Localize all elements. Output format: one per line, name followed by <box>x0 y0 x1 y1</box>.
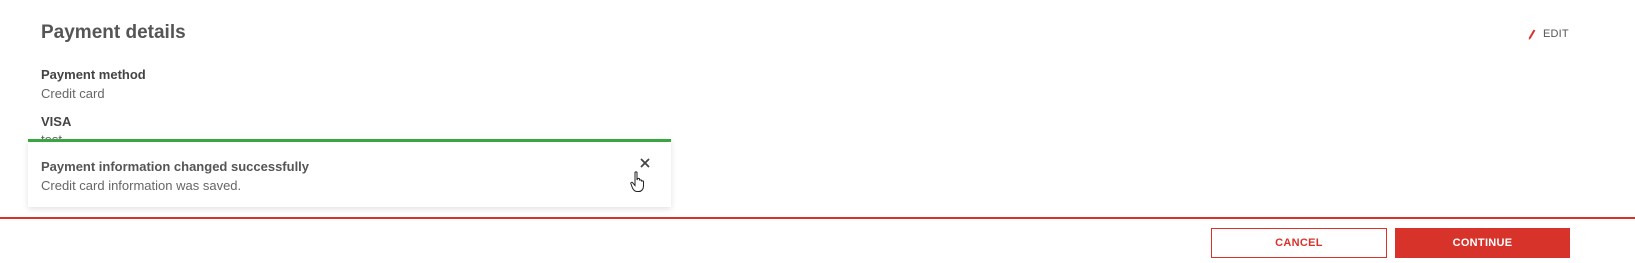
card-brand-label: VISA <box>41 114 72 129</box>
close-icon[interactable] <box>638 156 652 170</box>
edit-label: EDIT <box>1543 28 1569 40</box>
page-title: Payment details <box>41 22 186 43</box>
edit-button[interactable]: EDIT <box>1528 28 1569 40</box>
hand-pointer-icon <box>630 171 646 198</box>
payment-method-value: Credit card <box>41 86 105 101</box>
cancel-button[interactable]: CANCEL <box>1211 228 1387 258</box>
success-toast: Payment information changed successfully… <box>28 139 671 207</box>
payment-method-label: Payment method <box>41 67 146 82</box>
continue-button[interactable]: CONTINUE <box>1395 228 1570 258</box>
toast-title: Payment information changed successfully <box>41 159 310 174</box>
toast-message: Credit card information was saved. <box>41 178 242 193</box>
payment-details-page: Payment details EDIT Payment method Cred… <box>0 0 1635 263</box>
footer-divider <box>0 217 1635 219</box>
pencil-icon <box>1528 28 1536 40</box>
